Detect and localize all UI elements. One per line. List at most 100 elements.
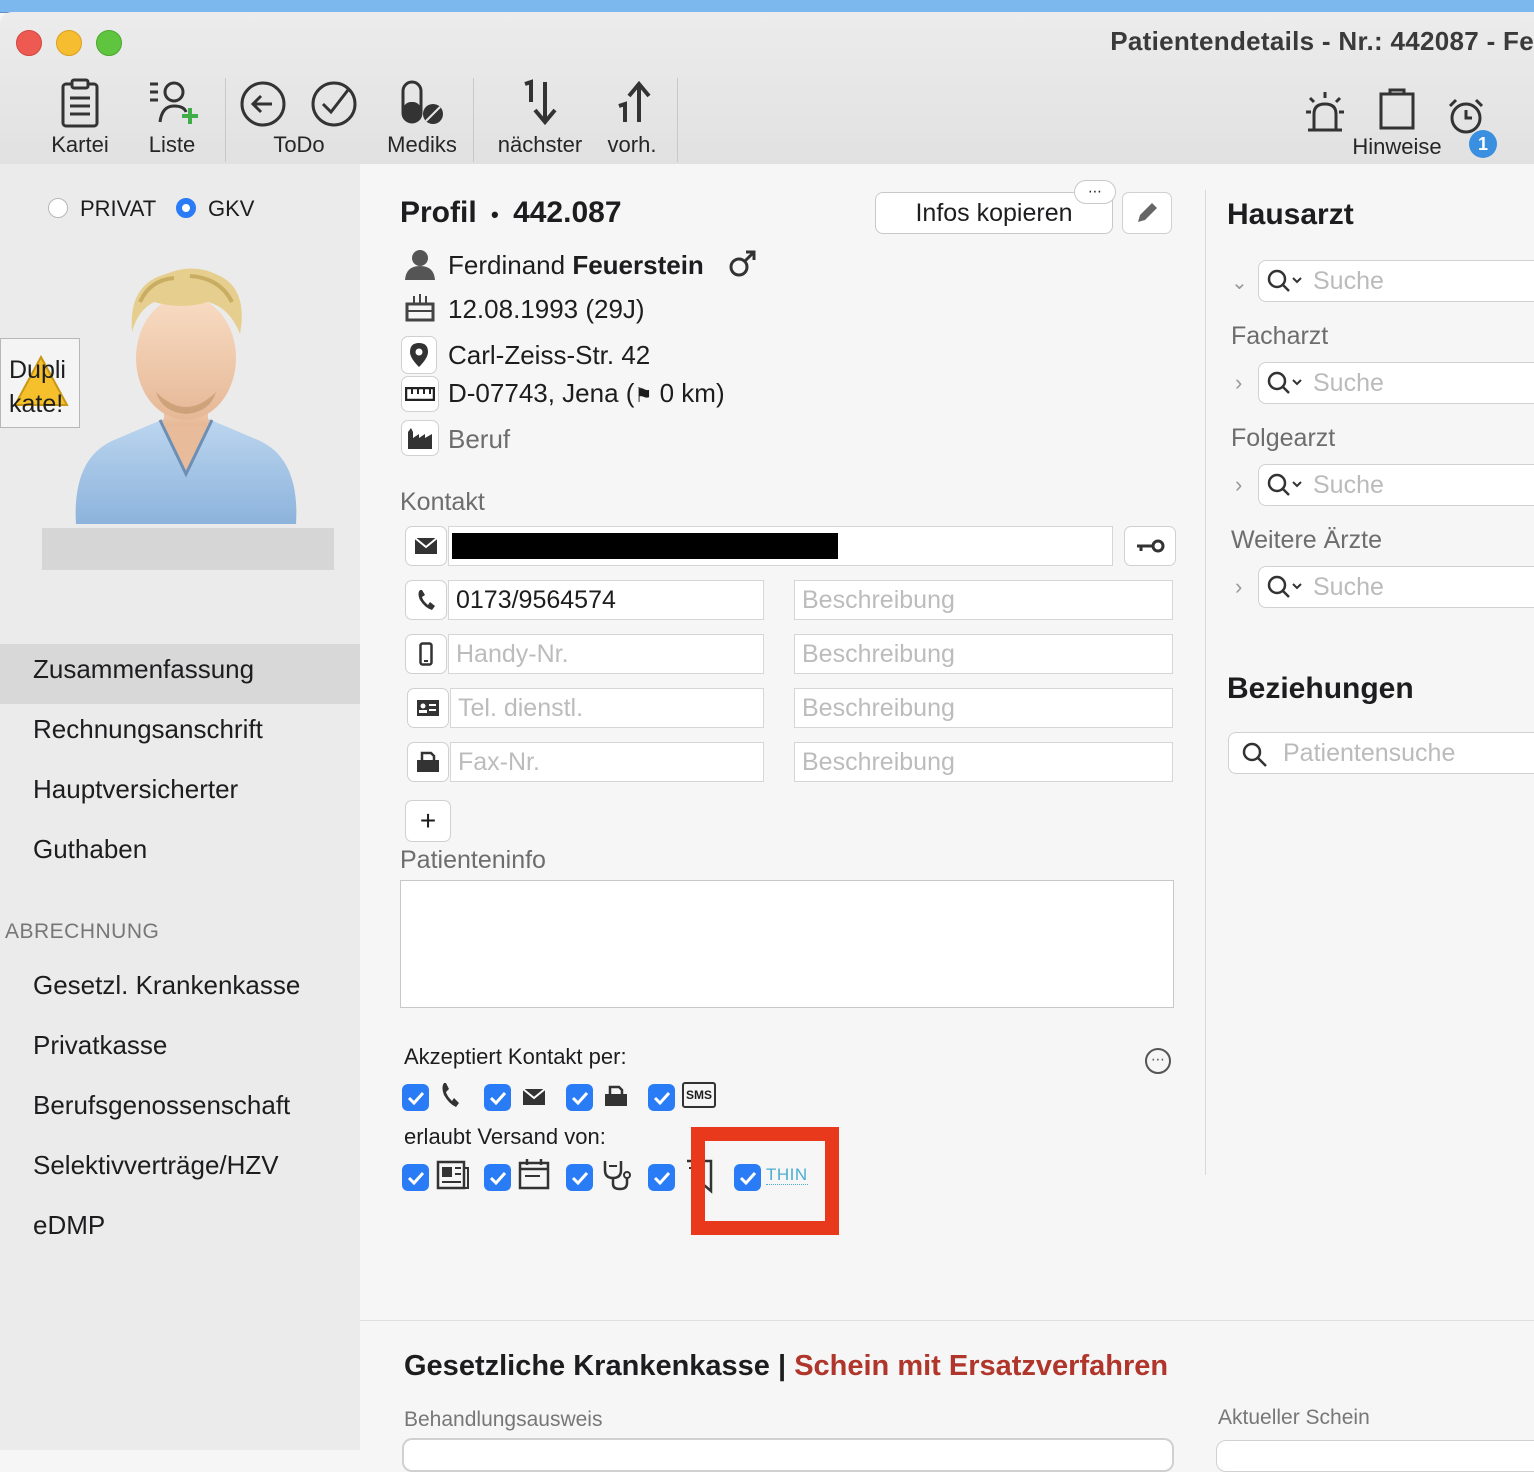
phone-field[interactable]: 0173/9564574 xyxy=(448,580,764,620)
nav-berufsgenossenschaft[interactable]: Berufsgenossenschaft xyxy=(0,1080,360,1140)
email-button[interactable] xyxy=(405,526,447,566)
patient-avatar[interactable] xyxy=(70,262,302,535)
location-button[interactable] xyxy=(401,336,437,374)
hausarzt-heading: Hausarzt xyxy=(1227,198,1354,231)
liste-button[interactable]: Liste xyxy=(138,78,206,158)
send-documents-checkbox[interactable] xyxy=(648,1164,675,1191)
work-phone-button[interactable] xyxy=(407,688,449,728)
patinfo-textarea[interactable] xyxy=(400,880,1174,1008)
add-contact-button[interactable]: + xyxy=(405,800,451,842)
gkv-radio[interactable] xyxy=(176,198,196,218)
profile-bullet: • xyxy=(491,202,499,227)
weitere-aerzte-search[interactable]: Suche xyxy=(1258,566,1534,608)
send-newsletter-checkbox[interactable] xyxy=(402,1164,429,1191)
kartei-button[interactable]: Kartei xyxy=(44,78,116,158)
nav-edmp[interactable]: eDMP xyxy=(0,1200,360,1260)
patient-search-placeholder: Patientensuche xyxy=(1283,739,1456,767)
todo-icons xyxy=(240,81,357,127)
mobile-phone-icon xyxy=(419,642,433,666)
checkmark-icon xyxy=(739,1171,756,1185)
work-phone-description-field[interactable]: Beschreibung xyxy=(794,688,1173,728)
chevron-right-icon[interactable]: › xyxy=(1235,574,1242,600)
next-patient-button[interactable]: nächster xyxy=(492,78,588,158)
nav-hauptversicherter[interactable]: Hauptversicherter xyxy=(0,764,360,824)
chevron-right-icon[interactable]: › xyxy=(1235,472,1242,498)
vorh-label: vorh. xyxy=(607,132,657,157)
todo-button[interactable]: ToDo xyxy=(238,78,360,158)
city: D-07743, Jena (⚑ 0 km) xyxy=(448,378,725,409)
send-appointment-checkbox[interactable] xyxy=(484,1164,511,1191)
nav-guthaben[interactable]: Guthaben xyxy=(0,824,360,884)
mobile-field[interactable]: Handy-Nr. xyxy=(448,634,764,674)
distance-button[interactable] xyxy=(401,376,439,412)
facharzt-search[interactable]: Suche xyxy=(1258,362,1534,404)
duplikate-button[interactable]: Dupli kate! xyxy=(0,338,80,428)
zoom-window-button[interactable] xyxy=(96,30,122,56)
previous-patient-button[interactable]: vorh. xyxy=(600,78,664,158)
minimize-window-button[interactable] xyxy=(56,30,82,56)
patient-search[interactable]: Patientensuche xyxy=(1228,732,1534,774)
hausarzt-search[interactable]: Suche xyxy=(1258,260,1534,302)
naechster-label: nächster xyxy=(497,132,583,157)
hinweise-button[interactable]: Hinweise xyxy=(1348,86,1446,160)
checkmark-icon xyxy=(571,1171,588,1185)
search-dropdown-icon xyxy=(1267,473,1302,496)
job-button[interactable] xyxy=(401,420,439,456)
mobile-button[interactable] xyxy=(405,634,447,674)
checkmark-icon xyxy=(653,1091,670,1105)
nav-rechnungsanschrift[interactable]: Rechnungsanschrift xyxy=(0,704,360,764)
aktueller-schein-field[interactable] xyxy=(1216,1440,1534,1472)
accept-fax-checkbox[interactable] xyxy=(566,1084,593,1111)
nav-zusammenfassung[interactable]: Zusammenfassung xyxy=(0,644,360,704)
nav-selektivvertraege[interactable]: Selektivverträge/HZV xyxy=(0,1140,360,1200)
privat-radio[interactable] xyxy=(48,198,68,218)
chevron-right-icon[interactable]: › xyxy=(1235,370,1242,396)
email-field[interactable] xyxy=(448,526,1113,566)
fax-icon xyxy=(417,751,439,772)
phone-description-field[interactable]: Beschreibung xyxy=(794,580,1173,620)
toolbar-separator xyxy=(473,78,474,162)
accept-phone-checkbox[interactable] xyxy=(402,1084,429,1111)
folgearzt-search[interactable]: Suche xyxy=(1258,464,1534,506)
hinweise-label: Hinweise xyxy=(1352,134,1442,159)
behandlungsausweis-field[interactable] xyxy=(402,1438,1174,1472)
nav-gesetzl-krankenkasse[interactable]: Gesetzl. Krankenkasse xyxy=(0,960,360,1020)
first-name: Ferdinand xyxy=(448,250,566,280)
window-title: Patientendetails - Nr.: 442087 - Fe xyxy=(1110,26,1534,56)
job: Beruf xyxy=(448,424,511,454)
arrow-up-icon xyxy=(618,80,651,122)
pills-icon xyxy=(401,80,443,124)
checkmark-icon xyxy=(407,1171,424,1185)
fax-description-field[interactable]: Beschreibung xyxy=(794,742,1173,782)
beziehungen-heading: Beziehungen xyxy=(1227,672,1414,705)
checkmark-icon xyxy=(489,1091,506,1105)
work-phone-field[interactable]: Tel. dienstl. xyxy=(450,688,764,728)
more-options-icon[interactable]: ⋯ xyxy=(1074,180,1116,204)
clipboard-icon xyxy=(61,78,99,128)
accepts-more-icon[interactable]: ⋯ xyxy=(1145,1048,1171,1074)
mediks-button[interactable]: Mediks xyxy=(382,78,462,158)
close-window-button[interactable] xyxy=(16,30,42,56)
alarm-light-icon[interactable] xyxy=(1302,90,1348,139)
hausarzt-search-placeholder: Suche xyxy=(1313,267,1384,295)
key-icon xyxy=(1137,539,1165,553)
nav-privatkasse[interactable]: Privatkasse xyxy=(0,1020,360,1080)
envelope-icon xyxy=(414,537,438,554)
thin-logo: THIN xyxy=(766,1165,808,1185)
fax-button[interactable] xyxy=(407,742,449,782)
accepts-label: Akzeptiert Kontakt per: xyxy=(404,1044,627,1069)
birth-date: 12.08.1993 (29J) xyxy=(448,294,645,324)
mobile-description-field[interactable]: Beschreibung xyxy=(794,634,1173,674)
ruler-icon xyxy=(405,387,435,401)
fax-field[interactable]: Fax-Nr. xyxy=(450,742,764,782)
edit-button[interactable] xyxy=(1122,192,1172,234)
send-findings-checkbox[interactable] xyxy=(566,1164,593,1191)
checkmark-icon xyxy=(407,1091,424,1105)
avatar-caption-bar xyxy=(42,528,334,570)
chevron-down-icon[interactable]: ⌄ xyxy=(1231,270,1248,295)
send-thin-checkbox[interactable] xyxy=(734,1164,761,1191)
accept-sms-checkbox[interactable] xyxy=(648,1084,675,1111)
key-button[interactable] xyxy=(1124,526,1176,566)
accept-email-checkbox[interactable] xyxy=(484,1084,511,1111)
phone-button[interactable] xyxy=(405,580,447,620)
